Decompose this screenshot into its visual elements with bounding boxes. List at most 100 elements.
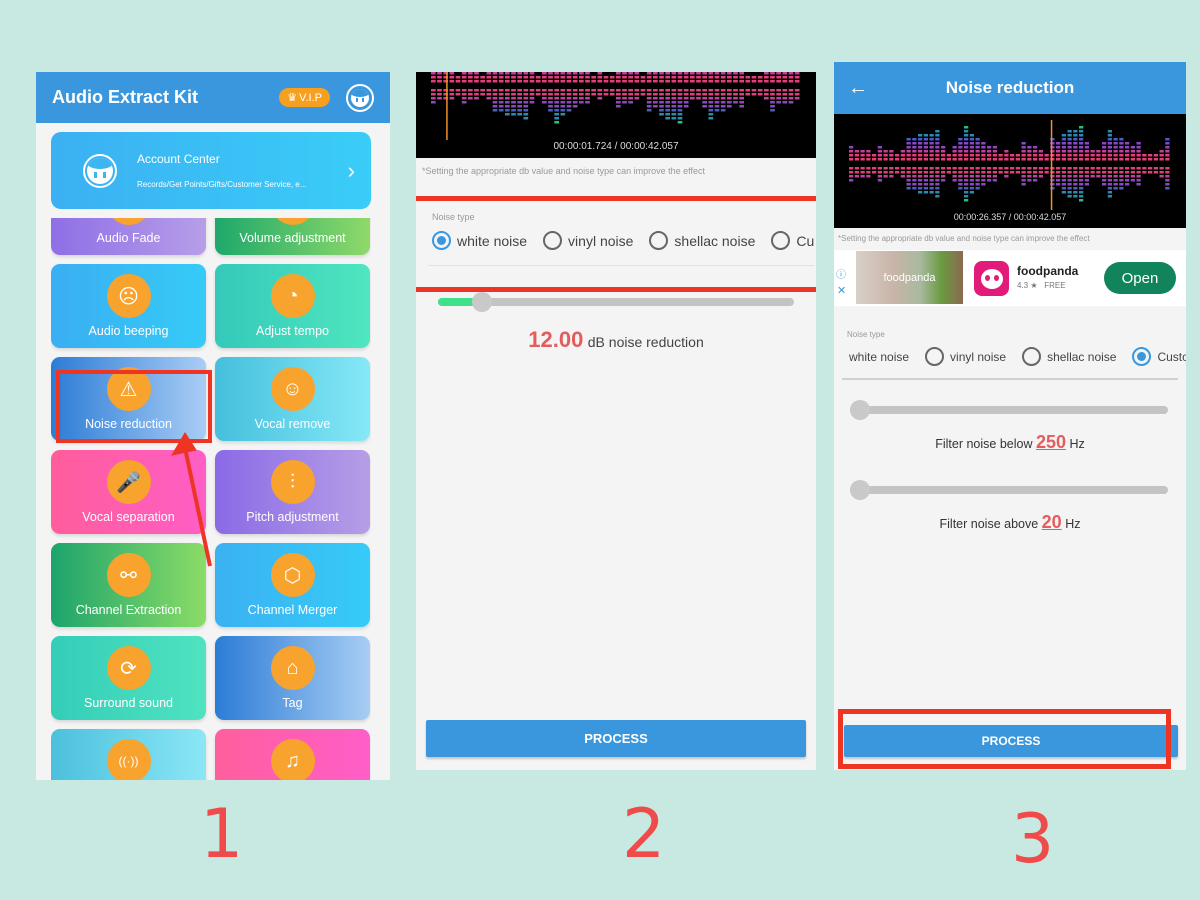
waveform-bar (566, 109, 572, 112)
waveform-bar (770, 76, 775, 79)
feature-tile[interactable]: ◉ Volume adjustment (215, 218, 370, 255)
waveform-bar (1107, 175, 1112, 178)
waveform-bar (770, 72, 775, 75)
waveform-bar (1067, 187, 1072, 190)
slider-thumb[interactable] (850, 480, 870, 500)
waveform-bar (935, 138, 940, 141)
feature-tile[interactable]: ☺ Vocal remove (215, 357, 370, 441)
noise-type-option-label: shellac noise (674, 232, 756, 249)
waveform-bar (912, 146, 917, 149)
back-arrow-icon[interactable]: ← (848, 77, 868, 100)
filter-above-value[interactable]: 20 (1042, 512, 1062, 532)
waveform-bar (1084, 175, 1089, 178)
ad-image[interactable]: foodpanda (856, 251, 963, 304)
feature-tile[interactable]: ⟳ Surround sound (51, 636, 206, 720)
filter-above-slider[interactable] (850, 480, 1168, 500)
waveform-bar (720, 89, 726, 92)
profile-avatar-icon[interactable] (346, 83, 374, 112)
radio-checked-icon[interactable] (1132, 347, 1152, 366)
waveform-bar (952, 146, 957, 149)
waveform-bar (964, 142, 969, 145)
ad-open-button[interactable]: Open (1104, 262, 1176, 294)
radio-unchecked-icon[interactable] (771, 231, 791, 250)
waveform-bar (1113, 150, 1118, 153)
ad-close-icon[interactable]: ✕ (837, 284, 846, 297)
radio-checked-icon[interactable] (432, 231, 451, 250)
feature-tile[interactable]: ⚯ Channel Extraction (51, 543, 206, 627)
waveform-bar (733, 97, 738, 100)
waveform-bar (659, 72, 664, 75)
filter-below-slider[interactable] (850, 400, 1168, 420)
waveform-bar (437, 72, 442, 75)
waveform-bar (461, 101, 467, 104)
waveform-bar (1102, 150, 1107, 153)
noise-type-option[interactable]: vinyl noise (543, 231, 633, 250)
waveform-bar (659, 105, 664, 108)
waveform-bar (1090, 158, 1095, 161)
waveform-bar (981, 179, 986, 182)
feature-tile[interactable]: ⫶ Pitch adjustment (215, 450, 370, 534)
feature-tile[interactable]: ⬡ Channel Merger (215, 543, 370, 627)
waveform-bar (1027, 150, 1032, 153)
waveform-bar (1113, 183, 1118, 186)
radio-unchecked-icon[interactable] (543, 231, 563, 250)
noise-type-option[interactable]: white noise (834, 347, 909, 366)
waveform-bar (1125, 150, 1130, 153)
waveform-view[interactable]: 00:00:01.724 / 00:00:42.057 (416, 72, 816, 158)
noise-type-option[interactable]: shellac noise (649, 231, 755, 250)
feature-tile[interactable]: ((·)) (51, 729, 206, 780)
waveform-bar (548, 72, 553, 75)
feature-tile[interactable]: ⌂ Tag (215, 636, 370, 720)
noise-type-option[interactable]: Custom (1132, 347, 1186, 366)
waveform-bar (548, 76, 553, 79)
waveform-bar (498, 89, 504, 92)
waveform-bar (969, 175, 974, 178)
noise-type-option[interactable]: white noise (432, 231, 527, 250)
slider-thumb[interactable] (471, 292, 492, 312)
waveform-bar (579, 97, 584, 100)
waveform-bar (992, 150, 997, 153)
waveform-bar (468, 72, 473, 75)
slider-thumb[interactable] (850, 400, 870, 420)
waveform-bar (640, 76, 646, 79)
waveform-bar (1061, 183, 1066, 186)
vip-badge[interactable]: ♛ V.I.P (279, 88, 330, 107)
waveform-bar (511, 72, 516, 75)
waveform-bar (877, 146, 882, 149)
waveform-bar (1125, 179, 1130, 182)
noise-type-option[interactable]: shellac noise (1022, 347, 1116, 366)
feature-tile[interactable]: ◔ Adjust tempo (215, 264, 370, 348)
waveform-bar (468, 97, 473, 100)
waveform-bar (523, 80, 529, 83)
waveform-bar (714, 105, 720, 108)
waveform-bar (1119, 171, 1124, 174)
waveform-bar (1073, 183, 1078, 186)
ad-info-icon[interactable]: ⓘ (836, 266, 846, 281)
waveform-bar (1136, 171, 1141, 174)
ad-banner[interactable]: ⓘ ✕ foodpanda foodpanda 4.3 ★ FREE Open (834, 250, 1186, 306)
feature-tile[interactable]: 🎤 Vocal separation (51, 450, 206, 534)
waveform-bar (505, 76, 510, 79)
feature-tile[interactable]: ♫ (215, 729, 370, 780)
process-button[interactable]: PROCESS (426, 720, 806, 757)
noise-type-option[interactable]: vinyl noise (925, 347, 1006, 366)
radio-unchecked-icon[interactable] (925, 347, 945, 366)
account-center-card[interactable]: Account Center Records/Get Points/Gifts/… (51, 132, 371, 209)
feature-tile[interactable]: ◐ Audio Fade (51, 218, 206, 255)
waveform-bar (872, 158, 877, 161)
noise-type-option[interactable]: Cu (771, 231, 814, 250)
filter-below-value[interactable]: 250 (1036, 432, 1066, 452)
radio-unchecked-icon[interactable] (1022, 347, 1042, 366)
db-reduction-slider[interactable] (438, 292, 794, 312)
waveform-bar (720, 105, 726, 108)
waveform-view[interactable]: 00:00:26.357 / 00:00:42.057 (834, 114, 1186, 228)
radio-unchecked-icon[interactable] (649, 231, 669, 250)
waveform-bar (665, 80, 670, 83)
waveform-bar (883, 158, 888, 161)
tag-icon: ⌂ (270, 646, 315, 690)
waveform-bar (1079, 195, 1084, 198)
waveform-bar (883, 154, 888, 157)
feature-tile[interactable]: ☹ Audio beeping (51, 264, 206, 348)
waveform-bar (1113, 171, 1118, 174)
waveform-bar (969, 146, 974, 149)
